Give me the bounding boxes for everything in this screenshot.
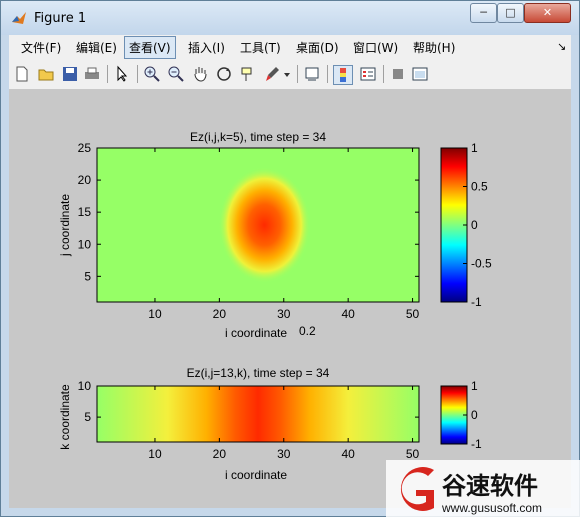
- hide-tools-icon[interactable]: [389, 65, 407, 83]
- legend-icon[interactable]: [359, 65, 377, 83]
- colorbar-tick-label: 1: [471, 141, 478, 155]
- title-bar[interactable]: Figure 1 ─ □ ✕: [1, 1, 579, 35]
- colorbar-tick-label: 0: [471, 218, 478, 232]
- plot2-band: [97, 386, 419, 442]
- menu-file[interactable]: 文件(F): [21, 39, 61, 56]
- pan-hand-icon[interactable]: [191, 65, 209, 83]
- colorbar-tick-label: 1: [471, 379, 478, 393]
- plot1-peak-mark: [218, 167, 311, 283]
- minimize-button[interactable]: ─: [470, 3, 497, 23]
- plot1-stray-text: 0.2: [299, 324, 316, 338]
- watermark-logo: 谷速软件 www.gususoft.com: [386, 460, 580, 517]
- plot1-peak: [218, 167, 311, 283]
- toolbar-separator: [383, 65, 384, 83]
- pointer-icon[interactable]: [113, 65, 131, 83]
- toolbar-separator: [297, 65, 298, 83]
- xtick-label: 50: [406, 447, 420, 461]
- figure-canvas[interactable]: Ez(i,j,k=5), time step = 34 10 20 30 40 50 5…: [9, 90, 571, 508]
- ytick-label: 5: [84, 410, 91, 424]
- figure-window: Figure 1 ─ □ ✕ 文件(F) 编辑(E) 查看(V) 插入(I) 工…: [0, 0, 580, 517]
- toolbar-separator: [327, 65, 328, 83]
- close-button[interactable]: ✕: [524, 3, 571, 23]
- xtick-label: 40: [341, 307, 355, 321]
- menu-help[interactable]: 帮助(H): [413, 39, 455, 56]
- xtick-label: 30: [277, 307, 291, 321]
- maximize-button[interactable]: □: [497, 3, 524, 23]
- xtick-label: 20: [213, 307, 227, 321]
- xtick-label: 10: [148, 447, 162, 461]
- zoom-out-icon[interactable]: [167, 65, 185, 83]
- menu-view[interactable]: 查看(V): [124, 36, 176, 59]
- colorbar-tick-label: 0: [471, 408, 478, 422]
- colorbar-tick-label: -0.5: [471, 257, 492, 271]
- xtick-label: 20: [213, 447, 227, 461]
- plot2-ylabel: k coordinate: [58, 384, 72, 450]
- zoom-in-icon[interactable]: [143, 65, 161, 83]
- ytick-label: 5: [84, 269, 91, 283]
- toolbar: [9, 59, 571, 90]
- plot2-xlabel: i coordinate: [225, 468, 287, 482]
- open-folder-icon[interactable]: [37, 65, 55, 83]
- plot1-colorbar[interactable]: 1 0.5 0 -0.5 -1: [440, 141, 492, 309]
- link-plot-icon[interactable]: [303, 65, 321, 83]
- ytick-label: 15: [78, 205, 92, 219]
- ytick-label: 25: [78, 141, 92, 155]
- rotate-3d-icon[interactable]: [215, 65, 233, 83]
- menu-bar: 文件(F) 编辑(E) 查看(V) 插入(I) 工具(T) 桌面(D) 窗口(W…: [9, 35, 571, 59]
- brush-dropdown-icon[interactable]: [283, 65, 291, 83]
- plot2-axes[interactable]: Ez(i,j=13,k), time step = 34 10 20 30 40 50 …: [58, 366, 420, 482]
- xtick-label: 30: [277, 447, 291, 461]
- ytick-label: 20: [78, 173, 92, 187]
- plot2-title: Ez(i,j=13,k), time step = 34: [187, 366, 330, 380]
- save-icon[interactable]: [61, 65, 79, 83]
- plot1-ylabel: j coordinate: [58, 194, 72, 257]
- window-title: Figure 1: [34, 11, 87, 26]
- xtick-label: 10: [148, 307, 162, 321]
- menu-overflow-icon[interactable]: ↘: [557, 40, 566, 53]
- ytick-label: 10: [78, 379, 92, 393]
- colorbar-tick-label: -1: [471, 437, 482, 451]
- menu-desktop[interactable]: 桌面(D): [296, 39, 339, 56]
- data-cursor-icon[interactable]: [239, 65, 257, 83]
- toolbar-separator: [137, 65, 138, 83]
- colorbar-tick-label: 0.5: [471, 180, 488, 194]
- menu-insert[interactable]: 插入(I): [188, 39, 225, 56]
- xtick-label: 50: [406, 307, 420, 321]
- ytick-label: 10: [78, 237, 92, 251]
- menu-edit[interactable]: 编辑(E): [76, 39, 117, 56]
- dock-icon[interactable]: [411, 65, 429, 83]
- watermark-brand: 谷速软件: [442, 472, 538, 500]
- colorbar-tick-label: -1: [471, 295, 482, 309]
- print-icon[interactable]: [83, 65, 101, 83]
- plot1-xlabel: i coordinate: [225, 326, 287, 340]
- xtick-label: 40: [341, 447, 355, 461]
- plot2-colorbar[interactable]: 1 0 -1: [440, 379, 482, 451]
- plot1-axes[interactable]: Ez(i,j,k=5), time step = 34 10 20 30 40 50 5…: [58, 130, 420, 340]
- matlab-icon: [12, 12, 26, 24]
- watermark-url: www.gususoft.com: [441, 501, 542, 515]
- figure-svg: Ez(i,j,k=5), time step = 34 10 20 30 40 50 5…: [58, 130, 492, 482]
- new-file-icon[interactable]: [13, 65, 31, 83]
- colorbar-icon[interactable]: [333, 65, 353, 85]
- toolbar-separator: [107, 65, 108, 83]
- menu-tools[interactable]: 工具(T): [240, 39, 281, 56]
- menu-window[interactable]: 窗口(W): [353, 39, 398, 56]
- plot1-title: Ez(i,j,k=5), time step = 34: [190, 130, 326, 144]
- brush-icon[interactable]: [263, 65, 281, 83]
